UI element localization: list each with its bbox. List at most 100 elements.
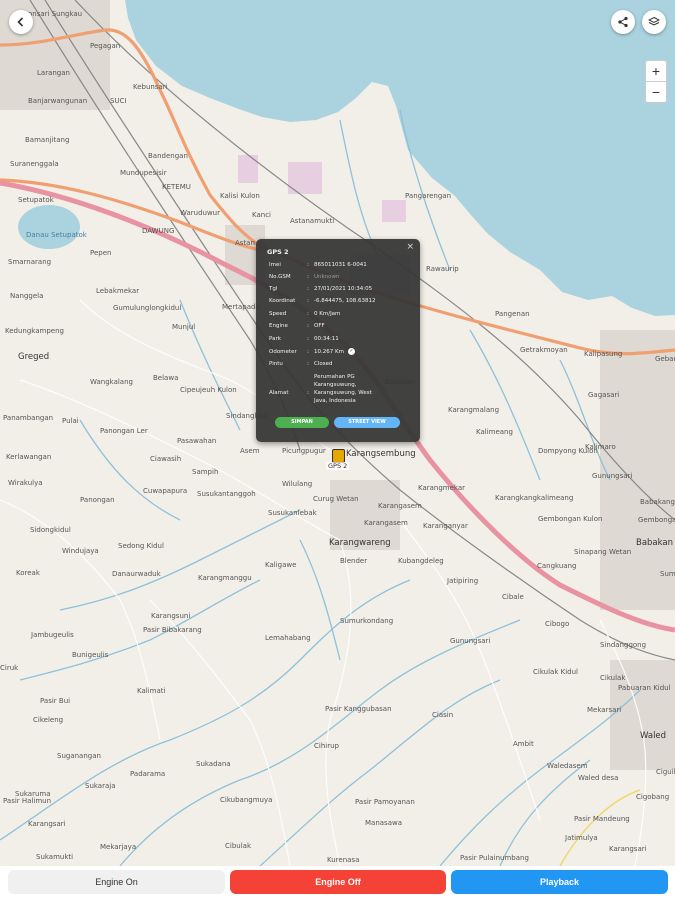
map-place-label: Kaligawe <box>265 561 297 569</box>
popup-row-door: Pintu: Closed <box>269 360 415 368</box>
map-place-label: Gembongan Kulon <box>538 515 603 523</box>
popup-key: Odometer <box>269 349 297 355</box>
map-place-label: Panongan Ler <box>100 427 148 435</box>
map-place-label: Cangkuang <box>537 562 577 570</box>
map-place-label: Larangan <box>37 69 70 77</box>
bottom-action-bar: Engine On Engine Off Playback <box>0 866 675 900</box>
map-place-label: Bandengan <box>148 152 188 160</box>
popup-close-button[interactable]: × <box>406 242 414 252</box>
popup-row-park: Park: 00:34:11 <box>269 335 415 343</box>
map-place-label: Dompyong Kulon <box>538 447 598 455</box>
map-place-label: Cikulak Kidul <box>533 668 578 676</box>
map-place-label: Sumurkondang <box>340 617 394 625</box>
map-place-label: Karangsembung <box>346 449 416 459</box>
map-place-label: Cikubangmuya <box>220 796 273 804</box>
map-place-label: Cibulak <box>225 842 252 850</box>
map-place-label: Kalisi Kulon <box>220 192 260 200</box>
map-place-label: Sindanggong <box>600 641 647 649</box>
map-place-label: Kurenasa <box>327 856 360 864</box>
map-place-label: Waledasem <box>547 762 588 770</box>
map-place-label: Wirakulya <box>8 479 43 487</box>
map-place-label: Koreak <box>16 569 40 577</box>
map-place-label: Waled <box>640 731 667 741</box>
popup-key: Alamat <box>269 390 289 396</box>
map-place-label: Danau Setupatok <box>26 231 87 239</box>
layers-button[interactable] <box>642 10 666 34</box>
map-place-label: Padarama <box>130 770 166 778</box>
map-place-label: Pegagan <box>90 42 121 50</box>
map-place-label: Sedong Kidul <box>118 542 164 550</box>
map-place-label: KETEMU <box>162 183 191 191</box>
chevron-left-icon <box>17 17 24 27</box>
map-place-label: Pasir Bui <box>40 697 71 705</box>
map-place-label: Pabuaran Kidul <box>618 684 671 692</box>
map-place-label: Jatipiring <box>447 577 479 585</box>
share-icon <box>618 16 628 28</box>
map-place-label: Karanganyar <box>423 522 468 530</box>
popup-row-odometer: Odometer: 10.267 Km ✓ <box>269 348 355 355</box>
popup-value: 27/01/2021 10:34:05 <box>314 286 373 292</box>
popup-row-address: Alamat: Perumahan PG Karangsuwung, Karan… <box>269 373 415 405</box>
vehicle-marker[interactable] <box>332 449 345 463</box>
popup-value: OFF <box>314 323 325 329</box>
map-place-label: Pangenan <box>495 310 530 318</box>
popup-key: Pintu <box>269 361 283 367</box>
back-button[interactable] <box>9 10 33 34</box>
map-place-label: Cuwapapura <box>143 487 188 495</box>
zoom-control: + − <box>645 60 667 103</box>
map-place-label: Kalimeang <box>476 428 513 436</box>
lake-setupatok <box>18 205 80 249</box>
map-place-label: Wilulang <box>282 480 313 488</box>
map-place-label: DAWUNG <box>142 227 175 235</box>
map-place-label: Babakan <box>636 538 674 548</box>
map-place-label: Kerlawangan <box>6 453 52 461</box>
map-place-label: Kalimati <box>137 687 166 695</box>
map-place-label: Sukaraja <box>85 782 116 790</box>
map-place-label: Kebunsari <box>133 83 168 91</box>
engine-off-button[interactable]: Engine Off <box>230 870 446 894</box>
save-button[interactable]: SIMPAN <box>275 417 329 428</box>
vehicle-info-popup: GPS 2 × Imei: 865011031 6-0041 No.GSM: U… <box>256 239 420 442</box>
map-place-label: Gagasari <box>588 391 620 399</box>
street-view-button[interactable]: STREET VIEW <box>334 417 400 428</box>
map-place-label: Windujaya <box>62 547 99 555</box>
popup-row-engine: Engine: OFF <box>269 322 415 330</box>
popup-key: Park <box>269 336 281 342</box>
map-place-label: Bunigeulis <box>72 651 109 659</box>
popup-value: Unknown <box>314 274 340 280</box>
map-place-label: Pepen <box>90 249 112 257</box>
map-place-label: Cigobang <box>636 793 670 801</box>
popup-value: 00:34:11 <box>314 336 339 342</box>
map-place-label: Pasawahan <box>177 437 217 445</box>
engine-on-button[interactable]: Engine On <box>8 870 225 894</box>
map-place-label: Astan <box>235 239 255 247</box>
map-place-label: Cikulak <box>600 674 626 682</box>
zoom-out-button[interactable]: − <box>646 81 666 102</box>
popup-row-gsm: No.GSM: Unknown <box>269 273 415 281</box>
map-place-label: Kalipasung <box>584 350 623 358</box>
map-place-label: Lemahabang <box>265 634 311 642</box>
layers-icon <box>648 16 660 26</box>
map-place-label: Karangmanggu <box>198 574 252 582</box>
map-place-label: Karangkangkalimeang <box>495 494 574 502</box>
popup-key: Engine <box>269 323 288 329</box>
map-place-label: Jambugeulis <box>31 631 74 639</box>
map-place-label: Blender <box>340 557 368 565</box>
edit-odometer-icon[interactable]: ✓ <box>347 348 355 355</box>
playback-button[interactable]: Playback <box>451 870 668 894</box>
share-button[interactable] <box>611 10 635 34</box>
map-place-label: Picungpugur <box>282 447 326 455</box>
map-place-label: Lebakmekar <box>96 287 140 295</box>
map-place-label: Gumulunglongkidul <box>113 304 182 312</box>
map-place-label: Sinapang Wetan <box>574 548 632 556</box>
map-place-label: Belawa <box>153 374 179 382</box>
map-place-label: Mundupesisir <box>120 169 167 177</box>
popup-value: -6.844475, 108.63812 <box>314 298 376 304</box>
popup-key: Imei <box>269 262 281 268</box>
map-place-label: Karangsuni <box>151 612 191 620</box>
map-place-label: Ciruk <box>0 664 19 672</box>
map-place-label: Astanamukti <box>290 217 335 225</box>
zoom-in-button[interactable]: + <box>646 61 666 81</box>
map-place-label: Pasir Mandeung <box>574 815 630 823</box>
map-place-label: Getrakmoyan <box>520 346 568 354</box>
